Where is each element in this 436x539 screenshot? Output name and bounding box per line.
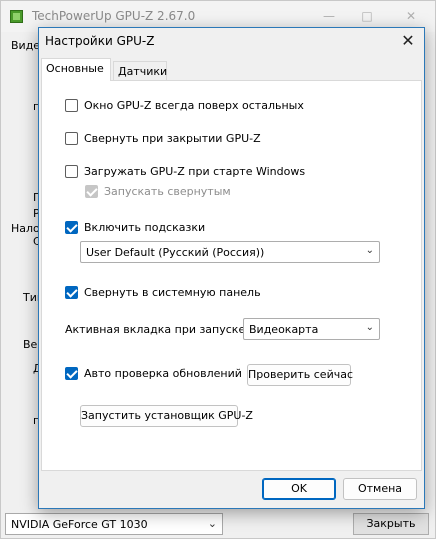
always-on-top-label: Окно GPU-Z всегда поверх остальных xyxy=(84,99,304,112)
check-now-button[interactable]: Проверить сейчас xyxy=(247,364,353,386)
gpu-select-value: NVIDIA GeForce GT 1030 xyxy=(11,518,148,531)
settings-dialog: Настройки GPU-Z ✕ Основные Датчики Окно … xyxy=(38,27,425,509)
minimize-on-close-checkbox[interactable] xyxy=(65,132,78,145)
load-on-startup-checkbox[interactable] xyxy=(65,165,78,178)
start-minimized-option: Запускать свернутым xyxy=(85,185,231,198)
start-minimized-label: Запускать свернутым xyxy=(104,185,231,198)
minimize-to-tray-label: Свернуть в системную панель xyxy=(84,286,261,299)
dialog-title: Настройки GPU-Z xyxy=(45,34,155,48)
cancel-button[interactable]: Отмена xyxy=(343,478,417,500)
dialog-titlebar: Настройки GPU-Z ✕ xyxy=(39,28,424,54)
language-select-value: User Default (Русский (Россия)) xyxy=(86,246,265,259)
minimize-icon[interactable]: — xyxy=(319,7,339,25)
active-tab-label: Активная вкладка при запуске: xyxy=(65,323,249,336)
enable-tooltips-checkbox[interactable] xyxy=(65,221,78,234)
maximize-icon[interactable]: □ xyxy=(357,7,377,25)
main-tab-video[interactable]: Виде xyxy=(11,39,40,52)
general-panel: Окно GPU-Z всегда поверх остальных Сверн… xyxy=(41,80,422,471)
minimize-on-close-label: Свернуть при закрытии GPU-Z xyxy=(84,132,261,145)
auto-update-option[interactable]: Авто проверка обновлений xyxy=(65,367,242,380)
load-on-startup-label: Загружать GPU-Z при старте Windows xyxy=(84,165,306,178)
always-on-top-option[interactable]: Окно GPU-Z всегда поверх остальных xyxy=(65,99,304,112)
tab-sensors[interactable]: Датчики xyxy=(113,61,167,81)
minimize-to-tray-checkbox[interactable] xyxy=(65,286,78,299)
main-window-title: TechPowerUp GPU-Z 2.67.0 xyxy=(32,9,196,23)
start-minimized-checkbox xyxy=(85,185,98,198)
ok-button[interactable]: OK xyxy=(262,478,336,500)
active-tab-select[interactable]: Видеокарта ⌄ xyxy=(243,318,380,340)
gpu-select[interactable]: NVIDIA GeForce GT 1030 ⌄ xyxy=(5,513,223,535)
chevron-down-icon: ⌄ xyxy=(365,322,374,333)
language-select[interactable]: User Default (Русский (Россия)) ⌄ xyxy=(80,241,380,263)
main-side-fragment: Нало xyxy=(11,222,40,235)
tab-general[interactable]: Основные xyxy=(41,58,111,81)
active-tab-select-value: Видеокарта xyxy=(249,323,319,336)
chevron-down-icon: ⌄ xyxy=(365,245,374,256)
gpuz-app-icon xyxy=(10,10,23,23)
load-on-startup-option[interactable]: Загружать GPU-Z при старте Windows xyxy=(65,165,305,178)
minimize-to-tray-option[interactable]: Свернуть в системную панель xyxy=(65,286,261,299)
chevron-down-icon: ⌄ xyxy=(207,517,217,530)
auto-update-checkbox[interactable] xyxy=(65,367,78,380)
always-on-top-checkbox[interactable] xyxy=(65,99,78,112)
run-installer-button[interactable]: Запустить установщик GPU-Z xyxy=(80,405,253,427)
enable-tooltips-label: Включить подсказки xyxy=(84,221,206,234)
close-icon[interactable]: ✕ xyxy=(398,31,418,51)
main-close-button[interactable]: Закрыть xyxy=(353,513,429,535)
close-window-icon[interactable]: ✕ xyxy=(401,7,421,25)
enable-tooltips-option[interactable]: Включить подсказки xyxy=(65,221,205,234)
auto-update-label: Авто проверка обновлений xyxy=(84,367,242,380)
minimize-on-close-option[interactable]: Свернуть при закрытии GPU-Z xyxy=(65,132,261,145)
